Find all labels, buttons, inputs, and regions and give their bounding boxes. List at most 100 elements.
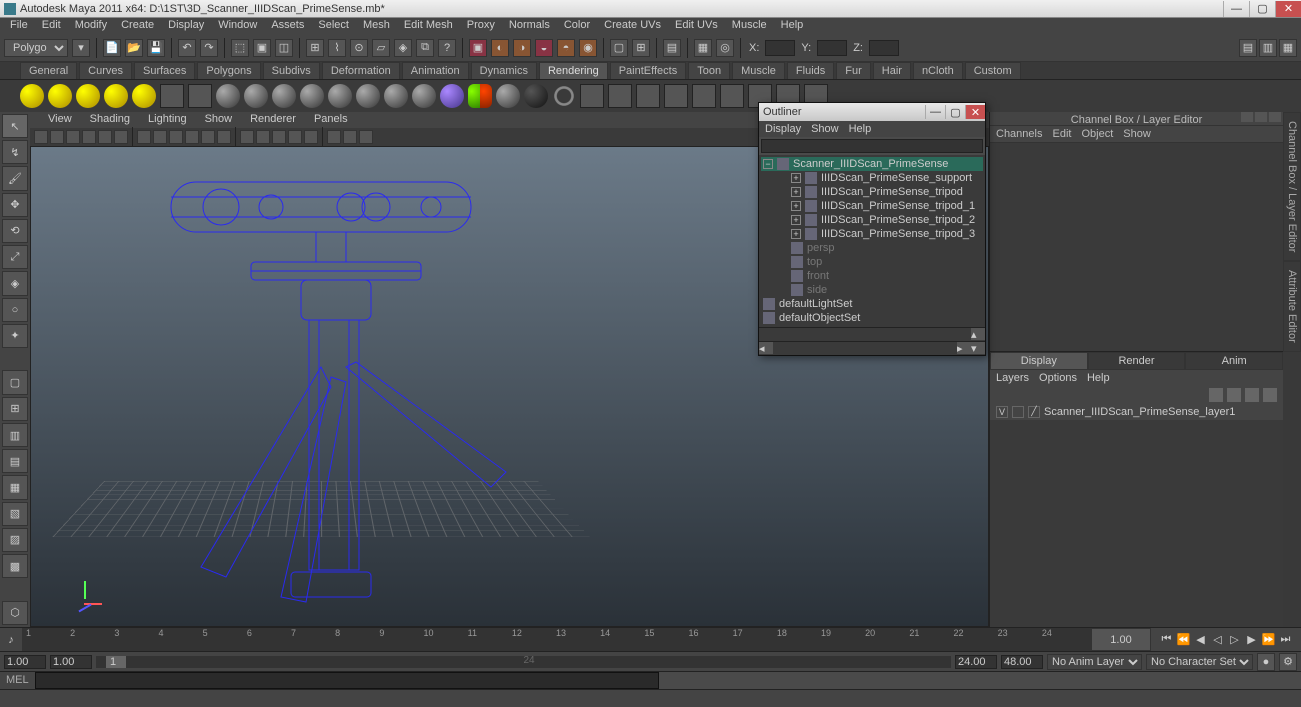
construction-history-icon[interactable]: ⧉ — [416, 39, 434, 57]
vp-shadows-icon[interactable] — [304, 130, 318, 144]
shelf-tab-fluids[interactable]: Fluids — [787, 62, 834, 79]
outliner-item[interactable]: +IIIDScan_PrimeSense_support — [761, 171, 983, 185]
expand-toggle-icon[interactable]: + — [791, 201, 801, 211]
step-back-key-icon[interactable]: ⏪ — [1177, 633, 1191, 647]
layer-tab-render[interactable]: Render — [1088, 352, 1186, 370]
menu-color[interactable]: Color — [558, 18, 596, 34]
menu-select[interactable]: Select — [312, 18, 355, 34]
input-line-icon[interactable]: ▤ — [663, 39, 681, 57]
layout-outliner-icon[interactable]: ▦ — [2, 475, 28, 499]
shelf-tab-painteffects[interactable]: PaintEffects — [610, 62, 687, 79]
menu-edit-mesh[interactable]: Edit Mesh — [398, 18, 459, 34]
cb-menu-object[interactable]: Object — [1081, 128, 1113, 140]
paint-select-tool-icon[interactable]: 🖌 — [2, 166, 28, 190]
outliner-scroll-down-icon[interactable]: ▾ — [971, 342, 985, 354]
outliner-item[interactable]: +IIIDScan_PrimeSense_tripod_1 — [761, 199, 983, 213]
vp-select-camera-icon[interactable] — [34, 130, 48, 144]
vp-grid-icon[interactable] — [137, 130, 151, 144]
vp-shaded-icon[interactable] — [256, 130, 270, 144]
command-lang-label[interactable]: MEL — [0, 672, 35, 689]
vp-menu-panels[interactable]: Panels — [306, 112, 356, 128]
vp-wireframe-icon[interactable] — [240, 130, 254, 144]
layer-menu-options[interactable]: Options — [1039, 372, 1077, 384]
render-view-shelf-icon[interactable] — [636, 84, 660, 108]
shelf-tab-polygons[interactable]: Polygons — [197, 62, 260, 79]
snap-curve-icon[interactable]: ⌇ — [328, 39, 346, 57]
expand-toggle-icon[interactable]: + — [791, 229, 801, 239]
layer-tab-display[interactable]: Display — [990, 352, 1088, 370]
universal-manip-icon[interactable]: ◈ — [2, 271, 28, 295]
step-forward-frame-icon[interactable]: ▶ — [1245, 633, 1259, 647]
outliner-close-icon[interactable]: ✕ — [965, 105, 985, 119]
layer-display-type-toggle[interactable] — [1012, 406, 1024, 418]
light-spot-icon[interactable] — [48, 84, 72, 108]
vp-safe-action-icon[interactable] — [185, 130, 199, 144]
vp-xray-icon[interactable] — [343, 130, 357, 144]
batch-shelf-icon[interactable] — [664, 84, 688, 108]
layout-persp-icon[interactable]: ▢ — [2, 370, 28, 394]
lasso-tool-icon[interactable]: ↯ — [2, 140, 28, 164]
shelf-tab-hair[interactable]: Hair — [873, 62, 911, 79]
select-object-icon[interactable]: ▣ — [253, 39, 271, 57]
vp-textured-icon[interactable] — [272, 130, 286, 144]
menu-window[interactable]: Window — [212, 18, 263, 34]
step-back-frame-icon[interactable]: ◀ — [1194, 633, 1208, 647]
undo-icon[interactable]: ↶ — [178, 39, 196, 57]
layout-four-view-icon[interactable]: ⊞ — [2, 397, 28, 421]
shader-ramp-icon[interactable] — [356, 84, 380, 108]
vp-lights-icon[interactable] — [288, 130, 302, 144]
shelf-tab-muscle[interactable]: Muscle — [732, 62, 785, 79]
batch-render-icon[interactable]: ◉ — [579, 39, 597, 57]
step-forward-key-icon[interactable]: ⏩ — [1262, 633, 1276, 647]
close-button[interactable]: ✕ — [1275, 1, 1301, 17]
construction-plane-icon[interactable]: ▦ — [694, 39, 712, 57]
shelf-tab-dynamics[interactable]: Dynamics — [471, 62, 537, 79]
outliner-item[interactable]: defaultObjectSet — [761, 311, 983, 325]
expand-toggle-icon[interactable]: − — [763, 159, 773, 169]
rotate-tool-icon[interactable]: ⟲ — [2, 219, 28, 243]
light-area-icon[interactable] — [132, 84, 156, 108]
help-icon[interactable]: ? — [438, 39, 456, 57]
shader-usebg-icon[interactable] — [440, 84, 464, 108]
shelf-tab-fur[interactable]: Fur — [836, 62, 871, 79]
vp-isolate-icon[interactable] — [327, 130, 341, 144]
open-scene-icon[interactable]: 📂 — [125, 39, 143, 57]
hypershade-icon[interactable]: ◎ — [716, 39, 734, 57]
outliner-scroll-right-icon[interactable]: ▸ — [957, 342, 971, 354]
menu-help[interactable]: Help — [775, 18, 810, 34]
shader-phong-icon[interactable] — [272, 84, 296, 108]
range-slider-track[interactable]: 1 24 — [96, 656, 951, 668]
layout-two-stack-icon[interactable]: ▤ — [2, 449, 28, 473]
snap-grid-icon[interactable]: ⊞ — [306, 39, 324, 57]
shelf-tab-surfaces[interactable]: Surfaces — [134, 62, 195, 79]
panel-toggle-1-icon[interactable] — [1241, 112, 1253, 122]
expand-toggle-icon[interactable]: + — [791, 215, 801, 225]
dropdown-icon[interactable]: ▾ — [72, 39, 90, 57]
panel-toggle-3-icon[interactable] — [1269, 112, 1281, 122]
render-region-icon[interactable]: ◑ — [513, 39, 531, 57]
shader-shading-icon[interactable] — [496, 84, 520, 108]
layout-hyper-icon[interactable]: ▨ — [2, 528, 28, 552]
outliner-item[interactable]: front — [761, 269, 983, 283]
channel-box-toggle-icon[interactable]: ▤ — [1239, 39, 1257, 57]
outliner-item[interactable]: +IIIDScan_PrimeSense_tripod — [761, 185, 983, 199]
remove-from-layer-icon[interactable] — [1245, 388, 1259, 402]
menu-display[interactable]: Display — [162, 18, 210, 34]
layout-graph-icon[interactable]: ▧ — [2, 502, 28, 526]
range-end-inner-input[interactable] — [955, 655, 997, 669]
soft-mod-tool-icon[interactable]: ○ — [2, 298, 28, 322]
outliner-item[interactable]: +IIIDScan_PrimeSense_tripod_2 — [761, 213, 983, 227]
render-settings-icon[interactable]: ◒ — [535, 39, 553, 57]
outliner-item[interactable]: +IIIDScan_PrimeSense_tripod_3 — [761, 227, 983, 241]
shelf-tab-animation[interactable]: Animation — [402, 62, 469, 79]
vp-lock-camera-icon[interactable] — [50, 130, 64, 144]
layer-visibility-toggle[interactable]: V — [996, 406, 1008, 418]
light-directional-icon[interactable] — [76, 84, 100, 108]
menu-modify[interactable]: Modify — [69, 18, 113, 34]
outliner-scroll-up-icon[interactable]: ▴ — [971, 328, 985, 340]
range-end-outer-input[interactable] — [1001, 655, 1043, 669]
shader-half-green-icon[interactable] — [468, 84, 480, 108]
menu-edit-uvs[interactable]: Edit UVs — [669, 18, 724, 34]
new-layer-icon[interactable] — [1209, 388, 1223, 402]
prefs-icon[interactable]: ⚙ — [1279, 653, 1297, 671]
